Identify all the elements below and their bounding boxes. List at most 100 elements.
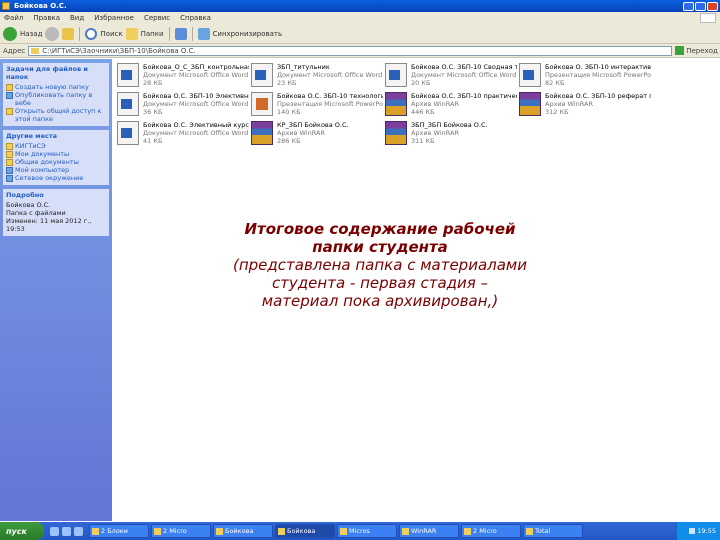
taskbar-button-label: WinRAR: [411, 527, 437, 535]
minimize-button[interactable]: [683, 1, 694, 11]
caption-line: папки студента: [312, 238, 448, 256]
quick-launch-icon[interactable]: [50, 526, 59, 536]
folders-button-label[interactable]: Папки: [141, 30, 164, 38]
winrar-archive-icon: [519, 92, 541, 116]
file-type: Документ Microsoft Office Word: [411, 71, 517, 79]
file-name: Бойкова_О_С_ЗБП_контрольная_1: [143, 63, 249, 71]
file-type: Документ Microsoft Office Word: [143, 100, 249, 108]
toolbar-separator: [168, 26, 170, 41]
file-item[interactable]: Бойкова О. ЗБП-10 интерактивные упражнен…: [519, 63, 651, 87]
folder-icon: [31, 47, 40, 54]
word-document-icon: [117, 92, 139, 116]
file-item[interactable]: ЗБП_ЗБП Бойкова О.С. Архив WinRAR 311 КБ: [385, 121, 517, 145]
menu-tools[interactable]: Сервис: [144, 14, 170, 22]
tray-icon[interactable]: [689, 528, 696, 534]
file-name: Бойкова О.С. Элективный курс_ЗБП-10: [143, 121, 249, 129]
details-name: Бойкова О.С.: [6, 201, 51, 209]
file-item[interactable]: КР_ЗБП Бойкова О.С. Архив WinRAR 286 КБ: [251, 121, 383, 145]
caption-line: (представлена папка с материалами: [232, 256, 527, 274]
taskbar-button[interactable]: Total: [523, 524, 583, 538]
taskbar-button-label: Micros: [349, 527, 370, 535]
file-item[interactable]: Бойкова_О_С_ЗБП_контрольная_1 Документ Mi…: [117, 63, 249, 87]
file-size: 312 КБ: [545, 108, 569, 116]
toolbar: Назад Поиск Папки Синхронизировать: [0, 24, 720, 44]
place-label: Общие документы: [15, 158, 79, 166]
taskbar-button-label: Total: [535, 527, 551, 535]
file-tasks-title[interactable]: Задачи для файлов и папок: [6, 65, 106, 81]
place-item[interactable]: Сетевое окружение: [6, 174, 106, 182]
taskbar-button[interactable]: 2 Micro: [461, 524, 521, 538]
address-input[interactable]: C:\ИГТиСЭ\Заочники\ЗБП-10\Бойкова О.С.: [28, 45, 673, 56]
place-item[interactable]: КИГТиСЭ: [6, 142, 106, 150]
file-name: ЗБП_титульник: [277, 63, 330, 71]
menu-view[interactable]: Вид: [70, 14, 84, 22]
file-size: 36 КБ: [143, 108, 163, 116]
file-item[interactable]: Бойкова О.С. ЗБП-10 технология решенияПр…: [251, 92, 383, 116]
shared-documents-icon: [6, 159, 13, 166]
file-item[interactable]: Бойкова О.С. ЗБП-10 практическое задание…: [385, 92, 517, 116]
file-type: Архив WinRAR: [545, 100, 593, 108]
sync-icon[interactable]: [197, 27, 210, 40]
sync-button-label[interactable]: Синхронизировать: [213, 30, 283, 38]
start-label: пуск: [6, 526, 27, 536]
file-item[interactable]: Бойкова О.С. ЗБП-10 Сводная таблицаДокум…: [385, 63, 517, 87]
file-type: Презентация Microsoft PowerPoint: [277, 100, 383, 108]
task-share-folder[interactable]: Открыть общий доступ к этой папке: [6, 107, 106, 123]
place-item[interactable]: Мой компьютер: [6, 166, 106, 174]
up-folder-icon[interactable]: [62, 27, 75, 40]
file-item[interactable]: Бойкова О.С. Элективный курс_ЗБП-10Докум…: [117, 121, 249, 145]
caption-line: Итоговое содержание рабочей: [244, 220, 516, 238]
file-name: Бойкова О. ЗБП-10 интерактивные упражнен…: [545, 63, 651, 71]
search-icon[interactable]: [85, 27, 98, 40]
taskbar-button[interactable]: 2 Блоки: [89, 524, 149, 538]
file-type: Документ Microsoft Office Word: [143, 71, 249, 79]
quick-launch-icon[interactable]: [62, 526, 71, 536]
taskbar-button[interactable]: 2 Micro: [151, 524, 211, 538]
views-icon[interactable]: [174, 27, 187, 40]
menu-edit[interactable]: Правка: [33, 14, 60, 22]
file-size: 286 КБ: [277, 137, 301, 145]
word-document-icon: [117, 63, 139, 87]
file-size: 140 КБ: [277, 108, 301, 116]
word-icon: [154, 527, 161, 535]
place-item[interactable]: Общие документы: [6, 158, 106, 166]
taskbar-button[interactable]: Бойкова: [213, 524, 273, 538]
window-title: Бойкова О.С.: [14, 2, 67, 10]
file-item[interactable]: Бойкова О.С. ЗБП-10 реферат по темеАрхив…: [519, 92, 651, 116]
other-places-title[interactable]: Другие места: [6, 132, 106, 140]
winrar-archive-icon: [385, 92, 407, 116]
close-button[interactable]: [707, 1, 718, 11]
taskbar-button[interactable]: Micros: [337, 524, 397, 538]
winrar-icon: [402, 527, 409, 535]
place-item[interactable]: Мои документы: [6, 150, 106, 158]
menu-help[interactable]: Справка: [180, 14, 211, 22]
menu-favorites[interactable]: Избранное: [94, 14, 134, 22]
menu-file[interactable]: Файл: [4, 14, 23, 22]
clock[interactable]: 19:55: [697, 527, 716, 535]
maximize-button[interactable]: [695, 1, 706, 11]
start-button[interactable]: пуск: [0, 522, 44, 540]
taskbar-button[interactable]: WinRAR: [399, 524, 459, 538]
title-bar: Бойкова О.С.: [0, 0, 720, 12]
search-button-label[interactable]: Поиск: [100, 30, 122, 38]
task-publish-web[interactable]: Опубликовать папку в вебе: [6, 91, 106, 107]
address-bar: Адрес C:\ИГТиСЭ\Заочники\ЗБП-10\Бойкова …: [0, 44, 720, 58]
winrar-archive-icon: [251, 121, 273, 145]
details-panel: Подробно Бойкова О.С. Папка с файлами Из…: [3, 189, 109, 236]
file-type: Архив WinRAR: [411, 100, 459, 108]
file-size: 82 КБ: [545, 79, 565, 87]
taskbar-button[interactable]: Бойкова: [275, 524, 335, 538]
file-size: 41 КБ: [143, 137, 163, 145]
back-arrow-icon[interactable]: [3, 26, 17, 41]
go-button[interactable]: Переход: [675, 46, 718, 55]
file-item[interactable]: ЗБП_титульник Документ Microsoft Office W…: [251, 63, 383, 87]
folders-icon[interactable]: [125, 27, 138, 40]
quick-launch-icon[interactable]: [74, 526, 83, 536]
forward-arrow-icon[interactable]: [45, 26, 60, 41]
file-type: Архив WinRAR: [411, 129, 459, 137]
winrar-archive-icon: [385, 121, 407, 145]
file-item[interactable]: Бойкова О.С. ЗБП-10 Элективный курсДокум…: [117, 92, 249, 116]
details-title[interactable]: Подробно: [6, 191, 106, 199]
task-new-folder[interactable]: Создать новую папку: [6, 83, 106, 91]
back-button-label[interactable]: Назад: [20, 30, 42, 38]
